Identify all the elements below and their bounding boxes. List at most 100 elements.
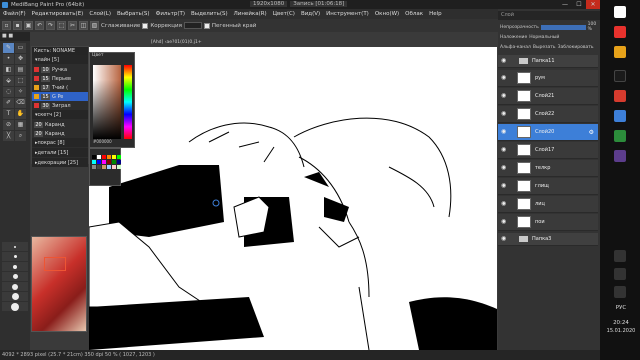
brush-item[interactable]: 20 Каранд <box>32 129 88 138</box>
open-folder-icon[interactable]: ▪ <box>13 21 22 30</box>
brush-item[interactable]: 30 Зиграл <box>32 101 88 110</box>
frame-tool-icon[interactable]: ▦ <box>15 120 26 130</box>
refer-edge-checkbox[interactable] <box>203 22 210 29</box>
menu-filter[interactable]: Фильтр(T) <box>156 11 185 17</box>
dot-tool-icon[interactable]: • <box>3 54 14 64</box>
drawing-canvas[interactable] <box>89 47 497 350</box>
layer-settings-icon[interactable]: ⚙ <box>589 129 594 136</box>
eye-icon[interactable]: ◉ <box>501 128 509 136</box>
palette-swatch[interactable] <box>92 160 96 164</box>
correction-checkbox[interactable] <box>142 22 149 29</box>
eye-icon[interactable]: ◉ <box>501 92 509 100</box>
palette-swatch[interactable] <box>102 160 106 164</box>
canvas-area[interactable] <box>89 47 497 350</box>
anti-alias-icon[interactable]: ▧ <box>90 21 99 30</box>
brush-group-header[interactable]: ▾ лайн [5] <box>32 55 88 64</box>
chrome-icon[interactable] <box>614 6 626 18</box>
blend-mode-select[interactable]: Нормальный <box>529 35 559 40</box>
menu-ruler[interactable]: Линейка(R) <box>234 11 267 17</box>
palette-swatch[interactable] <box>102 165 106 169</box>
app-icon[interactable] <box>614 70 626 82</box>
game-icon[interactable] <box>614 90 626 102</box>
brush-tool-icon[interactable]: ✎ <box>3 43 14 53</box>
clip-checkbox[interactable]: Вырезать <box>533 45 556 50</box>
layer-row[interactable]: ◉ Слой22 <box>498 106 598 123</box>
palette-swatch[interactable] <box>97 165 101 169</box>
brush-item[interactable]: 20 Каранд <box>32 120 88 129</box>
navigator-view-frame[interactable] <box>44 257 66 271</box>
eyedropper-icon[interactable]: ⊘ <box>3 120 14 130</box>
palette-swatch[interactable] <box>112 155 116 159</box>
eye-icon[interactable]: ◉ <box>501 200 509 208</box>
brush-size-item[interactable] <box>2 282 28 291</box>
minimize-button[interactable]: — <box>558 0 572 9</box>
layer-row[interactable]: ◉ глищ <box>498 178 598 195</box>
palette-swatch[interactable] <box>92 155 96 159</box>
select-eraser-icon[interactable]: ⌫ <box>15 98 26 108</box>
explorer-icon[interactable] <box>614 46 626 58</box>
app-icon[interactable] <box>614 150 626 162</box>
layer-row[interactable]: ◉ телкр <box>498 160 598 177</box>
opacity-slider[interactable] <box>540 24 586 30</box>
brush-size-item[interactable] <box>2 242 28 251</box>
magic-wand-icon[interactable]: ✧ <box>15 87 26 97</box>
brush-group-header[interactable]: ▸ декорации [25] <box>32 158 88 167</box>
navigator-window[interactable] <box>31 236 87 332</box>
invert-icon[interactable]: ◫ <box>79 21 88 30</box>
brush-item[interactable]: 17 Тчий ( <box>32 83 88 92</box>
brush-item[interactable]: 15 Перьев <box>32 74 88 83</box>
maximize-button[interactable]: ☐ <box>572 0 586 9</box>
palette-swatch[interactable] <box>112 165 116 169</box>
menu-view[interactable]: Вид(V) <box>301 11 320 17</box>
eye-icon[interactable]: ◉ <box>501 182 509 190</box>
move-tool-icon[interactable]: ✥ <box>15 54 26 64</box>
eye-icon[interactable]: ◉ <box>501 146 509 154</box>
layer-row[interactable]: ◉ пои <box>498 214 598 231</box>
app-icon[interactable] <box>614 130 626 142</box>
eye-icon[interactable]: ◉ <box>501 235 509 243</box>
bucket-tool-icon[interactable]: ⬙ <box>3 76 14 86</box>
palette-swatch[interactable] <box>117 165 121 169</box>
menu-cloud[interactable]: Облак <box>405 11 423 17</box>
divide-tool-icon[interactable]: ╳ <box>3 131 14 141</box>
layer-folder[interactable]: ◉ Папка11 <box>498 55 598 68</box>
brush-group-header[interactable]: ▸ детали [15] <box>32 148 88 157</box>
save-icon[interactable]: ▣ <box>24 21 33 30</box>
brush-size-item[interactable] <box>2 272 28 281</box>
protect-checkbox[interactable]: Заблокировать <box>558 45 594 50</box>
clock-date[interactable]: 15.01.2020 <box>604 328 638 334</box>
palette-swatch[interactable] <box>117 155 121 159</box>
alpha-lock-checkbox[interactable]: Альфа-канал <box>500 45 531 50</box>
layer-row[interactable]: ◉ Слой21 <box>498 88 598 105</box>
palette-swatch[interactable] <box>117 160 121 164</box>
clock-time[interactable]: 20:24 <box>606 320 636 326</box>
select-all-icon[interactable]: ⬚ <box>57 21 66 30</box>
layer-row-selected[interactable]: ◉ Слой20 ⚙ <box>498 124 598 141</box>
tray-icon[interactable] <box>614 268 626 280</box>
palette-swatch[interactable] <box>102 155 106 159</box>
brush-size-item[interactable] <box>2 302 28 311</box>
fill-tool-icon[interactable]: ◧ <box>3 65 14 75</box>
eraser-tool-icon[interactable]: ▭ <box>15 43 26 53</box>
menu-layer[interactable]: Слой(L) <box>89 11 111 17</box>
eye-icon[interactable]: ◉ <box>501 57 509 65</box>
undo-icon[interactable]: ↶ <box>35 21 44 30</box>
eye-icon[interactable]: ◉ <box>501 218 509 226</box>
menu-highlight[interactable]: Выделить(S) <box>191 11 228 17</box>
palette-swatch[interactable] <box>107 165 111 169</box>
brush-group-header[interactable]: ▸ покрас [8] <box>32 138 88 147</box>
deselect-icon[interactable]: ✂ <box>68 21 77 30</box>
menu-color[interactable]: Цвет(C) <box>273 11 295 17</box>
eye-icon[interactable]: ◉ <box>501 164 509 172</box>
gradient-tool-icon[interactable]: ▤ <box>15 65 26 75</box>
select-tool-icon[interactable]: ⬚ <box>15 76 26 86</box>
layer-folder[interactable]: ◉ Папка3 <box>498 233 598 246</box>
brush-size-item[interactable] <box>2 252 28 261</box>
menu-select[interactable]: Выбрать(S) <box>117 11 150 17</box>
menu-tool[interactable]: Инструмент(T) <box>326 11 369 17</box>
menu-edit[interactable]: Редактировать(E) <box>32 11 84 17</box>
menu-window[interactable]: Окно(W) <box>375 11 399 17</box>
palette-swatch[interactable] <box>92 165 96 169</box>
yandex-icon[interactable] <box>614 26 626 38</box>
brush-item[interactable]: 10 Ручка <box>32 65 88 74</box>
